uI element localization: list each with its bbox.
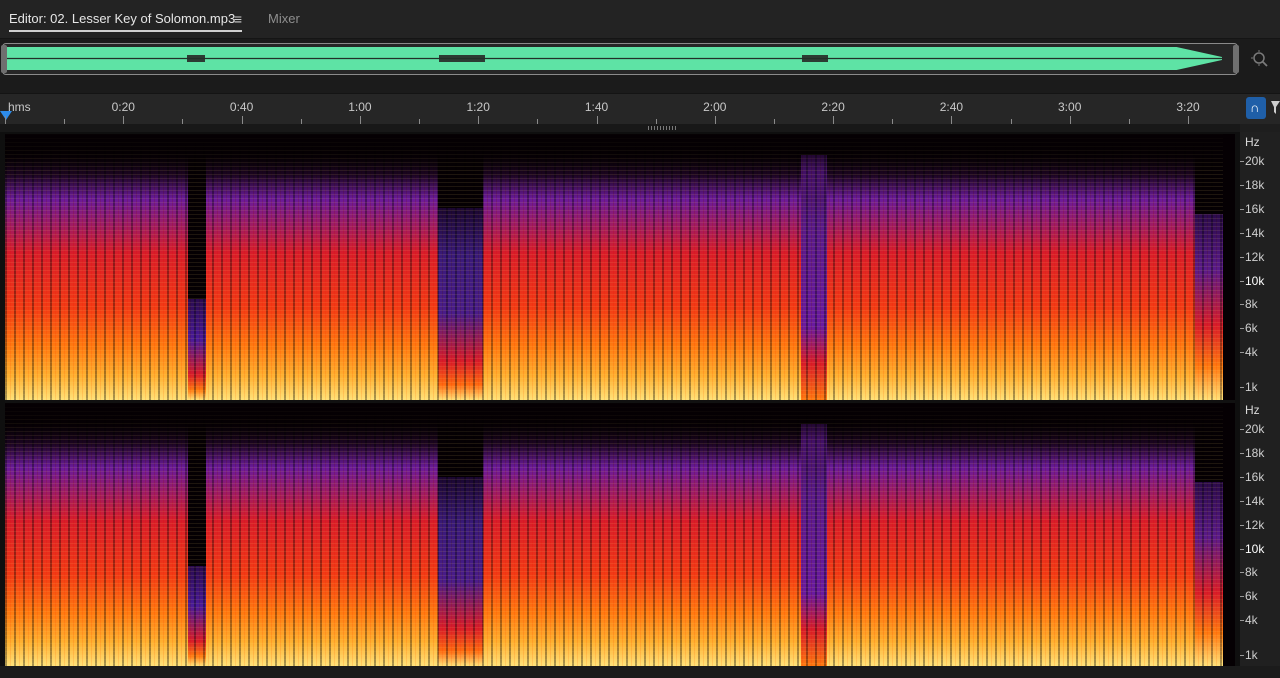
hz-tick: [1240, 328, 1244, 330]
hz-tick: [1240, 429, 1244, 430]
ruler-tick: [359, 116, 361, 124]
hz-tick-label: 1k: [1245, 380, 1258, 394]
tab-mixer[interactable]: Mixer: [268, 10, 300, 30]
ruler-time-label: 2:00: [703, 100, 727, 114]
ruler-tick: [5, 116, 6, 124]
ruler-tick: [951, 116, 953, 124]
ruler-time-label: 3:00: [1058, 100, 1082, 114]
ruler-tick: [123, 116, 125, 124]
hz-tick: [1240, 256, 1244, 258]
ruler-tick: [1188, 116, 1189, 124]
hz-tick: [1240, 208, 1244, 210]
time-ruler-scale[interactable]: hms 0:20 0:40 1:00 1:20 1:40 2:00 2:20 2:40 3:00…: [0, 94, 1240, 124]
ruler-tick: [714, 116, 716, 124]
spectrogram-channel-1[interactable]: [5, 134, 1235, 400]
ruler-time-label: 3:20: [1176, 100, 1200, 114]
ruler-time-label: 2:20: [821, 100, 845, 114]
spectrogram-channel-2[interactable]: [5, 400, 1235, 666]
ruler-time-label: 1:00: [348, 100, 372, 114]
hz-tick-label: 14k: [1245, 493, 1265, 508]
ruler-time-label: 1:40: [584, 100, 609, 114]
hz-tick: [1240, 280, 1244, 282]
hz-tick-label: 6k: [1245, 589, 1258, 604]
hz-tick-label: 18k: [1245, 177, 1265, 192]
hz-tick-label: 20k: [1245, 154, 1265, 168]
ruler-tick: [833, 116, 835, 124]
ruler-time-label: 1:20: [466, 100, 490, 114]
bottom-status-strip: [0, 666, 1280, 678]
tab-editor[interactable]: Editor: 02. Lesser Key of Solomon.mp3 ≡: [9, 10, 242, 32]
hz-tick: [1240, 184, 1244, 186]
hz-tick-label: 1k: [1245, 648, 1258, 662]
tab-mixer-label: Mixer: [268, 11, 300, 26]
hz-tick-label: 14k: [1245, 225, 1265, 240]
spectrogram-top-fade: [5, 403, 1235, 666]
hz-tick: [1240, 476, 1244, 478]
hz-tick-label: 8k: [1245, 565, 1258, 580]
ruler-tick: [596, 116, 598, 124]
hz-tick: [1240, 161, 1244, 162]
hz-tick: [1240, 232, 1244, 234]
hz-tick: [1240, 548, 1244, 550]
ruler-tick: [478, 116, 480, 124]
ruler-time-label: 0:40: [229, 100, 254, 114]
hz-tick: [1240, 596, 1244, 598]
hz-tick-label: 4k: [1245, 345, 1258, 360]
hz-tick-label: 18k: [1245, 445, 1265, 460]
frequency-scale-channel-2: Hz 20k 18k 16k 14k 12k 10k 8k 6k 4k 1k: [1240, 400, 1280, 666]
hz-tick: [1240, 620, 1244, 622]
hz-tick-label: 20k: [1245, 422, 1265, 436]
playhead-marker[interactable]: [0, 111, 12, 120]
hz-tick-label: 16k: [1245, 469, 1265, 484]
time-ruler[interactable]: hms 0:20 0:40 1:00 1:20 1:40 2:00 2:20 2:40 3:00…: [0, 93, 1280, 124]
ruler-tick: [1069, 116, 1071, 124]
vertical-scroll-grip[interactable]: [0, 124, 1240, 132]
hz-tick: [1240, 572, 1244, 574]
hz-tick-label: 12k: [1245, 517, 1265, 532]
spectrogram-end-silence: [1223, 403, 1235, 666]
ruler-tick: [241, 116, 243, 124]
hz-tick-label: 10k: [1245, 541, 1265, 556]
spectrogram-end-silence: [1223, 134, 1235, 400]
hz-tick: [1240, 500, 1244, 502]
hz-tick: [1240, 452, 1244, 454]
spectrogram-top-fade: [5, 134, 1235, 400]
hz-tick-label: 4k: [1245, 613, 1258, 628]
zoom-navigator-icon[interactable]: [1250, 49, 1270, 69]
tab-editor-label: Editor: 02. Lesser Key of Solomon.mp3: [9, 11, 236, 26]
hz-tick-label: 12k: [1245, 249, 1265, 264]
waveform-overview[interactable]: [0, 39, 1280, 93]
overview-right-handle[interactable]: [1233, 45, 1239, 73]
ruler-time-label: 0:20: [111, 100, 135, 114]
panel-tab-bar: Editor: 02. Lesser Key of Solomon.mp3 ≡ …: [0, 0, 1280, 39]
hz-tick: [1240, 655, 1244, 656]
hz-tick: [1240, 524, 1244, 526]
snap-magnet-icon[interactable]: ∩: [1246, 97, 1266, 119]
hz-tick-label: 6k: [1245, 321, 1258, 336]
spectral-frequency-display[interactable]: [0, 132, 1280, 678]
panel-menu-icon[interactable]: ≡: [234, 10, 242, 28]
hz-tick-label: 10k: [1245, 273, 1265, 288]
hz-tick: [1240, 352, 1244, 354]
filter-icon[interactable]: [1270, 97, 1280, 119]
hz-tick: [1240, 387, 1244, 388]
hz-tick: [1240, 304, 1244, 306]
hz-unit-label: Hz: [1245, 403, 1260, 417]
overview-waveform: [7, 46, 1229, 71]
hz-tick-label: 16k: [1245, 201, 1265, 216]
frequency-scale-channel-1: Hz 20k 18k 16k 14k 12k 10k 8k 6k 4k 1k: [1240, 132, 1280, 400]
grip-dots[interactable]: [648, 126, 676, 130]
hz-tick-label: 8k: [1245, 297, 1258, 312]
ruler-time-label: 2:40: [939, 100, 964, 114]
hz-unit-label: Hz: [1245, 135, 1260, 149]
